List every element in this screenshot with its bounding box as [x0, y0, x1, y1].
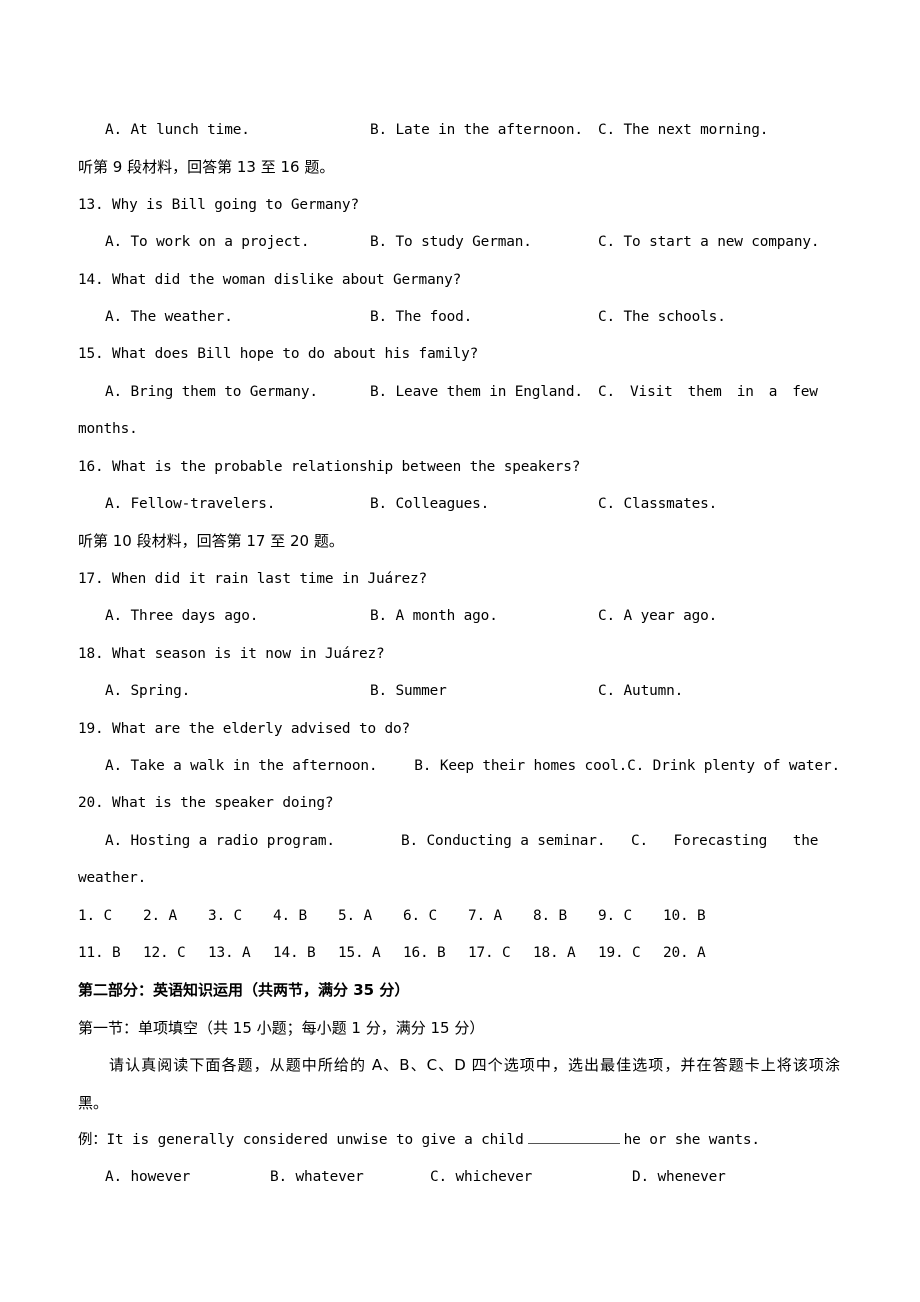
answer-item: 16. B [403, 944, 446, 961]
exam-page: A. At lunch time. B. Late in the afterno… [0, 0, 920, 1302]
question-20-stem: 20. What is the speaker doing? [78, 795, 334, 812]
option-b: B. Colleagues. [370, 496, 490, 513]
option-c: C. The schools. [598, 309, 726, 326]
option-b: B. To study German. [370, 234, 532, 251]
option-c: C. To start a new company. [598, 234, 820, 251]
answer-item: 11. B [78, 944, 121, 961]
answer-item: 3. C [208, 907, 243, 924]
answer-item: 6. C [403, 907, 438, 924]
question-12-options: A. At lunch time. B. Late in the afterno… [78, 112, 840, 149]
answer-item: 19. C [598, 944, 641, 961]
answer-item: 4. B [273, 907, 308, 924]
listening-section-9-header: 听第 9 段材料，回答第 13 至 16 题。 [78, 158, 335, 177]
question-14-options: A. The weather. B. The food. C. The scho… [78, 299, 840, 336]
option-b: B. Late in the afternoon. [370, 122, 583, 138]
question-15-stem: 15. What does Bill hope to do about his … [78, 346, 479, 363]
example-prefix: 例：It is generally considered unwise to g… [78, 1131, 524, 1148]
question-20-options: A. Hosting a radio program. B. Conductin… [78, 823, 840, 860]
question-13-stem: 13. Why is Bill going to Germany? [78, 196, 359, 213]
option-c: C. Forecasting the [631, 832, 819, 849]
option-a: A. Fellow-travelers. [105, 496, 276, 513]
answer-item: 5. A [338, 907, 373, 924]
answer-item: 14. B [273, 944, 316, 961]
answer-item: 10. B [663, 907, 706, 924]
option-a: A. The weather. [105, 309, 233, 326]
example-options: A. however B. whatever C. whichever D. w… [78, 1159, 840, 1196]
option-c: C. whichever [430, 1169, 533, 1186]
answer-item: 7. A [468, 907, 503, 924]
answer-key-row-2: 11. B 12. C 13. A 14. B 15. A 16. B 17. … [78, 935, 778, 972]
option-a: A. Hosting a radio program. [105, 832, 335, 849]
question-19-stem: 19. What are the elderly advised to do? [78, 720, 411, 737]
section-one-instruction: 请认真阅读下面各题，从题中所给的 A、B、C、D 四个选项中，选出最佳选项，并在… [109, 1056, 840, 1075]
option-b: B. The food. [370, 309, 473, 326]
option-c: C. Visit them in a few [598, 383, 818, 400]
question-16-stem: 16. What is the probable relationship be… [78, 458, 581, 475]
question-15-options: A. Bring them to Germany. B. Leave them … [78, 374, 840, 411]
page-content: A. At lunch time. B. Late in the afterno… [78, 0, 840, 1197]
answer-item: 8. B [533, 907, 568, 924]
section-one-heading: 第一节：单项填空（共 15 小题；每小题 1 分，满分 15 分） [78, 1018, 485, 1037]
option-a: A. To work on a project. [105, 234, 310, 251]
answer-item: 12. C [143, 944, 186, 961]
answer-item: 13. A [208, 944, 251, 961]
example-suffix: he or she wants. [623, 1131, 760, 1148]
example-question: 例：It is generally considered unwise to g… [78, 1122, 840, 1159]
question-15-option-c-continuation: months. [78, 421, 138, 438]
option-c: C. The next morning. [598, 122, 769, 138]
answer-item: 9. C [598, 907, 633, 924]
option-d: D. whenever [632, 1169, 726, 1186]
example-blank [527, 1130, 620, 1144]
question-20-option-c-continuation: weather. [78, 870, 147, 887]
option-b: B. A month ago. [370, 608, 498, 625]
answer-item: 17. C [468, 944, 511, 961]
answer-item: 20. A [663, 944, 706, 961]
option-c: C. A year ago. [598, 608, 718, 625]
answer-item: 15. A [338, 944, 381, 961]
part-two-heading-text: 第二部分：英语知识运用（共两节，满分 35 分） [78, 981, 410, 1000]
listening-section-10-header: 听第 10 段材料，回答第 17 至 20 题。 [78, 532, 344, 551]
option-a: A. Take a walk in the afternoon. [105, 757, 378, 774]
option-b: B. Leave them in England. [370, 383, 583, 400]
question-19-options: A. Take a walk in the afternoon. B. Keep… [78, 748, 840, 785]
option-b: B. Conducting a seminar. [401, 832, 606, 849]
question-18-options: A. Spring. B. Summer C. Autumn. [78, 673, 840, 710]
option-b: B. Summer [370, 683, 447, 700]
answer-key-row-1: 1. C 2. A 3. C 4. B 5. A 6. C 7. A 8. B … [78, 898, 778, 935]
question-16-options: A. Fellow-travelers. B. Colleagues. C. C… [78, 486, 840, 523]
option-b: B. whatever [270, 1169, 364, 1186]
option-b: B. Keep their homes cool. [414, 757, 628, 774]
option-c: C. Classmates. [598, 496, 718, 513]
question-13-options: A. To work on a project. B. To study Ger… [78, 224, 840, 261]
question-17-options: A. Three days ago. B. A month ago. C. A … [78, 598, 840, 635]
answer-item: 1. C [78, 907, 113, 924]
question-14-stem: 14. What did the woman dislike about Ger… [78, 271, 462, 288]
answer-item: 2. A [143, 907, 178, 924]
option-a: A. Three days ago. [105, 608, 259, 625]
option-a: A. however [105, 1169, 191, 1186]
option-c: C. Autumn. [598, 683, 684, 700]
option-c: C. Drink plenty of water. [627, 757, 840, 774]
question-18-stem: 18. What season is it now in Juárez? [78, 645, 385, 662]
option-a: A. At lunch time. [105, 122, 250, 138]
option-a: A. Spring. [105, 683, 191, 700]
option-a: A. Bring them to Germany. [105, 383, 318, 400]
question-17-stem: 17. When did it rain last time in Juárez… [78, 570, 428, 587]
answer-item: 18. A [533, 944, 576, 961]
part-two-heading: 第二部分：英语知识运用（共两节，满分 35 分） [78, 972, 840, 1009]
section-one-instruction-tail: 黑。 [78, 1093, 109, 1112]
